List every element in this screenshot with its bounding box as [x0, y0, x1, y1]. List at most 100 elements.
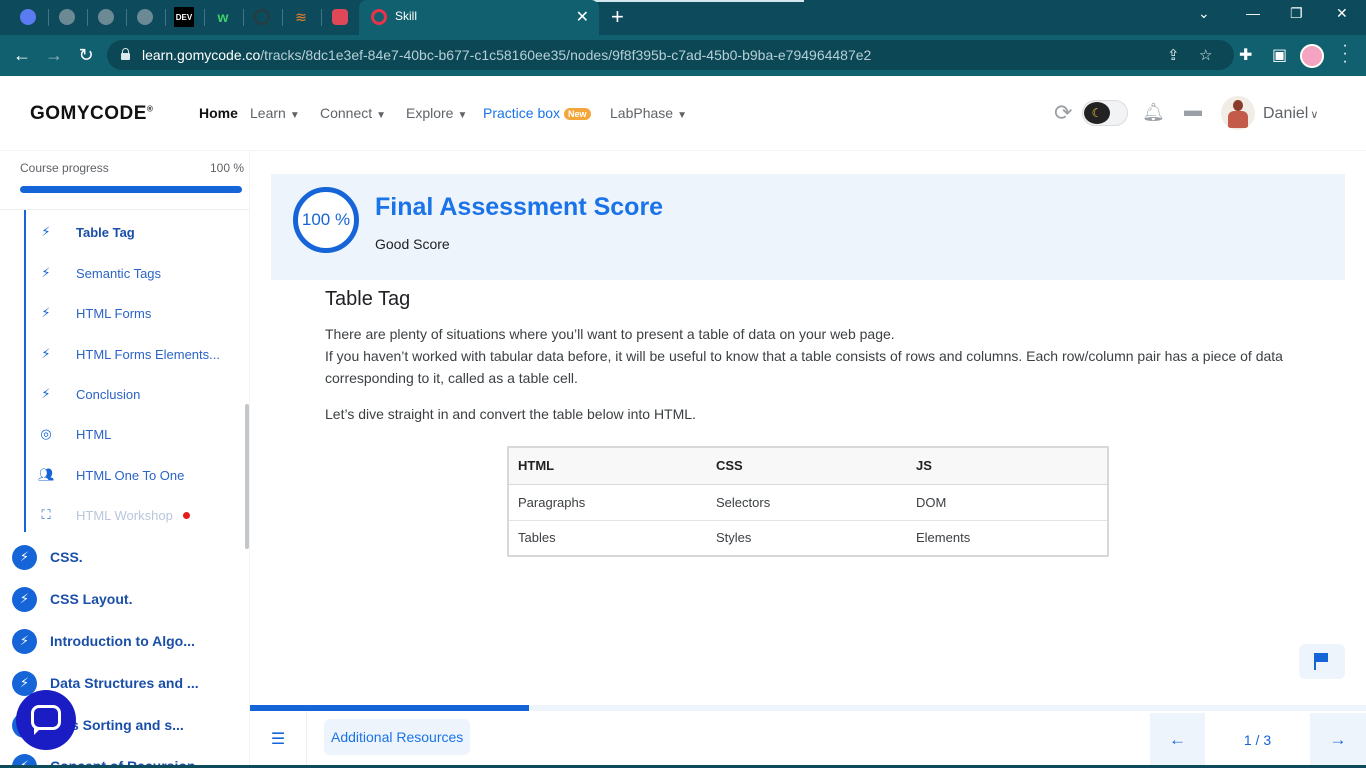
bolt-icon: ⚡︎	[12, 628, 37, 654]
table-cell: Selectors	[707, 484, 907, 521]
nav-labphase[interactable]: LabPhase ▼	[610, 105, 687, 121]
user-menu[interactable]: Daniel ∨	[1263, 105, 1318, 123]
assessment-score-banner: 100 % Final Assessment Score Good Score	[271, 174, 1345, 280]
lesson-paragraph: Let’s dive straight in and convert the t…	[325, 406, 696, 422]
moon-icon: ☾	[1084, 102, 1110, 124]
sidebar-item-conclusion[interactable]: ⚡︎ Conclusion	[38, 384, 243, 404]
module-css-layout[interactable]: ⚡︎ CSS Layout.	[12, 586, 242, 612]
target-icon: ◎	[40, 426, 52, 441]
workshop-icon: ⛶	[41, 507, 51, 522]
sidebar-item-label: Table Tag	[76, 224, 135, 240]
kebab-menu-icon[interactable]: · · ·	[1340, 38, 1350, 70]
sidebar-item-html-forms[interactable]: ⚡︎ HTML Forms	[38, 303, 243, 323]
active-tab[interactable]: Skill ✕	[359, 0, 599, 35]
sidebar-item-html-one-to-one[interactable]: 👥︎ HTML One To One	[38, 465, 243, 485]
pinned-tab-hexagon[interactable]	[330, 7, 350, 27]
chevron-down-icon: ∨	[1310, 109, 1319, 121]
profile-avatar[interactable]	[1300, 44, 1324, 68]
table-of-contents-icon[interactable]: ☰	[258, 716, 298, 761]
tab-separator	[243, 9, 244, 26]
people-icon: 👥︎	[38, 467, 55, 482]
table-cell: DOM	[907, 484, 1108, 521]
pinned-tab-app[interactable]	[18, 7, 38, 27]
sidebar-item-html[interactable]: ◎ HTML	[38, 424, 243, 444]
tab-separator	[87, 9, 88, 26]
lesson-paragraph: There are plenty of situations where you…	[325, 326, 895, 342]
table-row: Tables Styles Elements	[508, 520, 1108, 557]
nav-practice-box[interactable]: Practice box New	[483, 105, 591, 121]
lock-icon	[121, 48, 130, 60]
tab-separator	[126, 9, 127, 26]
share-icon[interactable]: ⇪	[1167, 46, 1180, 64]
close-icon[interactable]: ✕	[576, 7, 589, 27]
forward-arrow-icon[interactable]: →	[42, 43, 66, 67]
star-icon[interactable]: ☆	[1199, 46, 1212, 64]
reload-icon[interactable]: ↻	[74, 43, 98, 67]
course-progress-label: Course progress	[20, 161, 109, 175]
table-header-cell: CSS	[707, 447, 907, 485]
status-dot	[182, 511, 190, 519]
sidebar-item-semantic-tags[interactable]: ⚡︎ Semantic Tags	[38, 263, 243, 283]
previous-page-button[interactable]: ←	[1150, 713, 1205, 766]
pinned-tab-w[interactable]: w	[213, 7, 233, 27]
module-css[interactable]: ⚡︎ CSS.	[12, 544, 242, 570]
module-label: CSS Layout.	[50, 591, 133, 607]
window-close-icon[interactable]: ✕	[1336, 5, 1348, 22]
nav-connect[interactable]: Connect ▼	[320, 105, 386, 121]
avatar[interactable]	[1221, 96, 1255, 130]
sidebar-item-label: Semantic Tags	[76, 265, 162, 281]
additional-resources-button[interactable]: Additional Resources	[324, 719, 471, 755]
support-chat-button[interactable]	[16, 690, 76, 750]
bolt-icon: ⚡︎	[41, 305, 51, 320]
report-flag-button[interactable]	[1299, 644, 1345, 679]
divider	[306, 711, 307, 768]
restore-icon[interactable]: ❐	[1290, 5, 1303, 22]
pinned-tab-globe[interactable]	[135, 7, 155, 27]
minimize-icon[interactable]: —	[1246, 5, 1260, 21]
next-page-button[interactable]: →	[1310, 713, 1366, 766]
theme-toggle[interactable]: ☾	[1082, 100, 1128, 126]
lesson-paragraph: If you haven’t worked with tabular data …	[325, 348, 1283, 386]
new-tab-button[interactable]: +	[611, 4, 624, 30]
pinned-tab-dev[interactable]: DEV	[174, 7, 194, 27]
gomycode-icon	[371, 9, 387, 25]
table-cell: Elements	[907, 520, 1108, 557]
arrow-right-icon: →	[1329, 729, 1347, 749]
arrow-left-icon: ←	[1169, 729, 1186, 749]
chevron-down-icon[interactable]: ⌄	[1198, 5, 1210, 22]
bell-icon[interactable]: 🔔︎	[1142, 102, 1165, 123]
message-icon[interactable]: ▬	[1184, 100, 1202, 121]
sidebar-item-html-forms-elements[interactable]: ⚡︎ HTML Forms Elements...	[38, 344, 243, 364]
example-table: HTML CSS JS Paragraphs Selectors DOM Tab…	[507, 446, 1109, 557]
extensions-icon[interactable]: ✚	[1239, 45, 1252, 65]
url-input[interactable]: learn.gomycode.co/tracks/8dc1e3ef-84e7-4…	[107, 40, 1234, 70]
sidebar-item-html-workshop[interactable]: ⛶ HTML Workshop	[38, 505, 243, 525]
sidebar-item-label: HTML Workshop	[76, 507, 173, 523]
side-panel-icon[interactable]: ▣	[1272, 45, 1287, 65]
table-header-row: HTML CSS JS	[508, 447, 1108, 485]
sidebar-item-label: HTML Forms Elements...	[76, 346, 220, 362]
stackoverflow-icon[interactable]: ≋	[291, 7, 311, 27]
chevron-down-icon: ▼	[677, 110, 687, 121]
pinned-tab-globe[interactable]	[57, 7, 77, 27]
chat-bubble-icon	[31, 705, 61, 730]
nav-home[interactable]: Home	[199, 105, 238, 121]
tab-separator	[321, 9, 322, 26]
new-badge: New	[564, 108, 591, 120]
nav-learn[interactable]: Learn ▼	[250, 105, 300, 121]
sidebar-scrollbar[interactable]	[245, 404, 249, 549]
lesson-tree-line	[24, 210, 26, 532]
sync-icon[interactable]: ⟳	[1054, 100, 1072, 126]
gomycode-logo[interactable]: GOMYCODE®	[30, 103, 153, 125]
page-indicator: 1 / 3	[1243, 731, 1272, 748]
chevron-down-icon: ▼	[457, 110, 468, 121]
back-arrow-icon[interactable]: ←	[10, 43, 34, 67]
module-label: Data Structures and ...	[50, 675, 199, 691]
bolt-icon: ⚡︎	[41, 224, 51, 239]
nav-explore[interactable]: Explore ▼	[406, 105, 467, 121]
pinned-tab-globe[interactable]	[96, 7, 116, 27]
sidebar-item-table-tag[interactable]: ⚡︎ Table Tag	[38, 222, 243, 242]
pinned-tab-circle[interactable]	[252, 7, 272, 27]
module-intro-algo[interactable]: ⚡︎ Introduction to Algo...	[12, 628, 242, 654]
divider	[0, 209, 249, 210]
